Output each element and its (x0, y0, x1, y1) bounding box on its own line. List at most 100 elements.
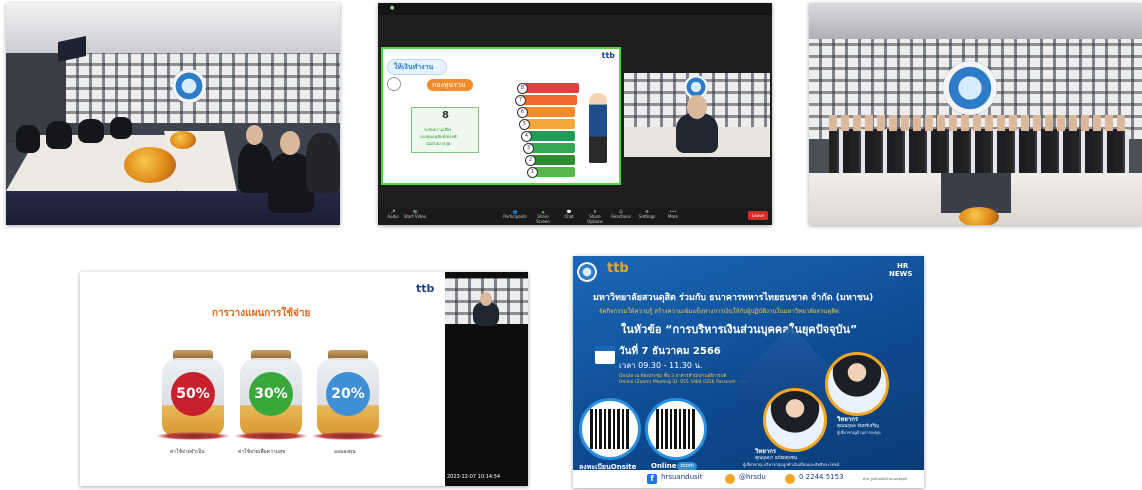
flower-arrangement (124, 147, 176, 183)
poster-footer: f hrsuandusit @hrsdu 0 2244 5153 ฝ่าย รู… (573, 470, 924, 488)
ceiling (6, 3, 340, 55)
participants-button[interactable]: 👥 Participants (502, 209, 528, 219)
person (78, 119, 104, 143)
slide-number: 8 (442, 110, 449, 121)
person-head (246, 125, 263, 145)
slide-subheading: กองทุนรวม (432, 81, 466, 89)
slide-heading-bubble: ให้เงินทำงาน (387, 59, 447, 75)
qr-online-frame[interactable] (645, 398, 707, 460)
person (110, 117, 132, 139)
poster-date: วันที่ 7 ธันวาคม 2566 (619, 346, 721, 357)
reactions-button[interactable]: ☺ Reactions (608, 209, 634, 219)
stair-number: 5 (519, 119, 530, 130)
poster-headline: มหาวิทยาลัยสวนดุสิต ร่วมกับ ธนาคารทหารไท… (593, 293, 874, 303)
person (46, 121, 72, 149)
zoom-status: ● (390, 5, 395, 11)
person-head (280, 131, 300, 155)
chair (306, 133, 340, 193)
share-options-label: Share Options (587, 214, 603, 224)
university-logo-icon (172, 69, 206, 103)
jar-shadow (234, 432, 308, 440)
qr-onsite-frame[interactable] (579, 398, 641, 460)
presenter-head (687, 95, 707, 119)
more-label: More (668, 214, 678, 219)
reactions-label: Reactions (611, 214, 631, 219)
calendar-header (595, 346, 615, 351)
stair-step (521, 95, 577, 105)
slide-spending-plan[interactable]: ttb การวางแผนการใช้จ่าย 50% ค่าใช้จ่ายจำ… (80, 272, 528, 486)
online-label: Online (651, 462, 677, 470)
jar-percent-happiness: 30% (249, 372, 293, 416)
chat-label: Chat (564, 214, 574, 219)
speaker2-name: คุณนฤพล จันทร์เจริญ (837, 424, 879, 429)
flower-arrangement (170, 131, 196, 149)
participants-label: Participants (503, 214, 527, 219)
leave-button[interactable]: Leave (748, 211, 768, 220)
hr-news-poster[interactable]: ttb HR NEWS มหาวิทยาลัยสวนดุสิต ร่วมกับ … (573, 256, 924, 488)
video-button[interactable]: 📷 Start Video (402, 209, 428, 219)
jar-percent-savings: 20% (326, 372, 370, 416)
news-label: NEWS (889, 270, 913, 278)
chat-button[interactable]: 💬 Chat (556, 209, 582, 219)
settings-label: Settings (638, 214, 656, 219)
presenter-head (480, 292, 492, 306)
jar-percent-essentials: 50% (171, 372, 215, 416)
presenter-body (676, 113, 718, 153)
group-faces (829, 115, 1129, 131)
stair-number: 3 (523, 143, 534, 154)
ttb-logo: ttb (416, 282, 435, 295)
slide-caption-3: น้อยไปมากสุด (426, 141, 451, 146)
university-logo-icon (943, 61, 997, 115)
footer-note: ฝ่าย รูปลักษณ์/นำส่วนกลยุทธ์ (863, 477, 907, 481)
line-icon (725, 474, 735, 484)
ttb-logo: ttb (601, 51, 615, 60)
speaker1-title: ผู้เชี่ยวชาญ บริหารกลุ่มลูกค้าเงินเดือนแ… (743, 462, 840, 467)
flower-arrangement (959, 207, 999, 225)
facebook-handle[interactable]: hrsuandusit (661, 473, 702, 481)
stair-step (525, 119, 575, 129)
jar-label-happiness: ค่าใช้จ่ายเพื่อความสุข (238, 449, 286, 455)
stair-step (529, 143, 575, 153)
speaker1-portrait (763, 388, 827, 452)
slide-caption-2: กองทุนอนุพันธ์/ทองคำ (420, 134, 459, 139)
jar-label-savings: ออมลงทุน (334, 449, 356, 455)
stair-step (527, 131, 575, 141)
settings-button[interactable]: ⚙ Settings (634, 209, 660, 219)
poster-time: เวลา 09.30 - 11.30 น. (619, 361, 703, 370)
stair-step (523, 107, 575, 117)
person (238, 143, 272, 193)
share-screen-label: Share Screen (536, 214, 550, 224)
photo-group[interactable] (809, 3, 1142, 225)
share-options-button[interactable]: ⬆ Share Options (582, 209, 608, 224)
qr-code-icon (590, 409, 630, 449)
hr-label: HR (897, 262, 909, 270)
photo-meeting-room[interactable] (6, 3, 340, 225)
slide-subheading-bubble: กองทุนรวม (427, 79, 473, 91)
shared-slide: ttb ให้เงินทำงาน กองทุนรวม 8 ระดับความเส… (381, 47, 621, 185)
person (16, 125, 40, 153)
poster-topic: ในหัวข้อ “การบริหารเงินส่วนบุคคลในยุคปัจ… (621, 323, 858, 336)
university-logo-icon (577, 262, 597, 282)
video-timestamp: 2023-12-07 10:14:54 (447, 474, 501, 480)
poster-online-meeting: Online (Zoom) Meeting ID: 955 5984 0356 … (619, 380, 748, 385)
audio-label: Audio (387, 214, 399, 219)
phone-icon (785, 474, 795, 484)
zoom-toolbar: 🎤 Audio 📷 Start Video 👥 Participants ▲ Share… (378, 207, 772, 225)
ttb-logo: ttb (607, 261, 629, 276)
video-label: Start Video (403, 214, 427, 219)
line-handle[interactable]: @hrsdu (739, 473, 766, 481)
zoom-meeting-screenshot[interactable]: ● You are viewing 2023 HR Lecture 1 ... … (378, 3, 772, 225)
share-screen-button[interactable]: ▲ Share Screen (530, 209, 556, 224)
stair-number: 4 (521, 131, 532, 142)
slide-info-box: 8 ระดับความเสี่ยง กองทุนอนุพันธ์/ทองคำ น… (411, 107, 479, 153)
stair-step (523, 83, 579, 93)
qr-code-icon (656, 409, 696, 449)
more-button[interactable]: ••• More (660, 209, 686, 219)
phone-number[interactable]: 0 2244 5153 (799, 473, 844, 481)
slide-heading: ให้เงินทำงาน (394, 63, 434, 71)
stair-number: 7 (515, 95, 526, 106)
jar-shadow (156, 432, 230, 440)
slide-area: ttb การวางแผนการใช้จ่าย 50% ค่าใช้จ่ายจำ… (80, 272, 442, 486)
stair-step (531, 155, 575, 165)
calendar-icon (595, 346, 615, 364)
